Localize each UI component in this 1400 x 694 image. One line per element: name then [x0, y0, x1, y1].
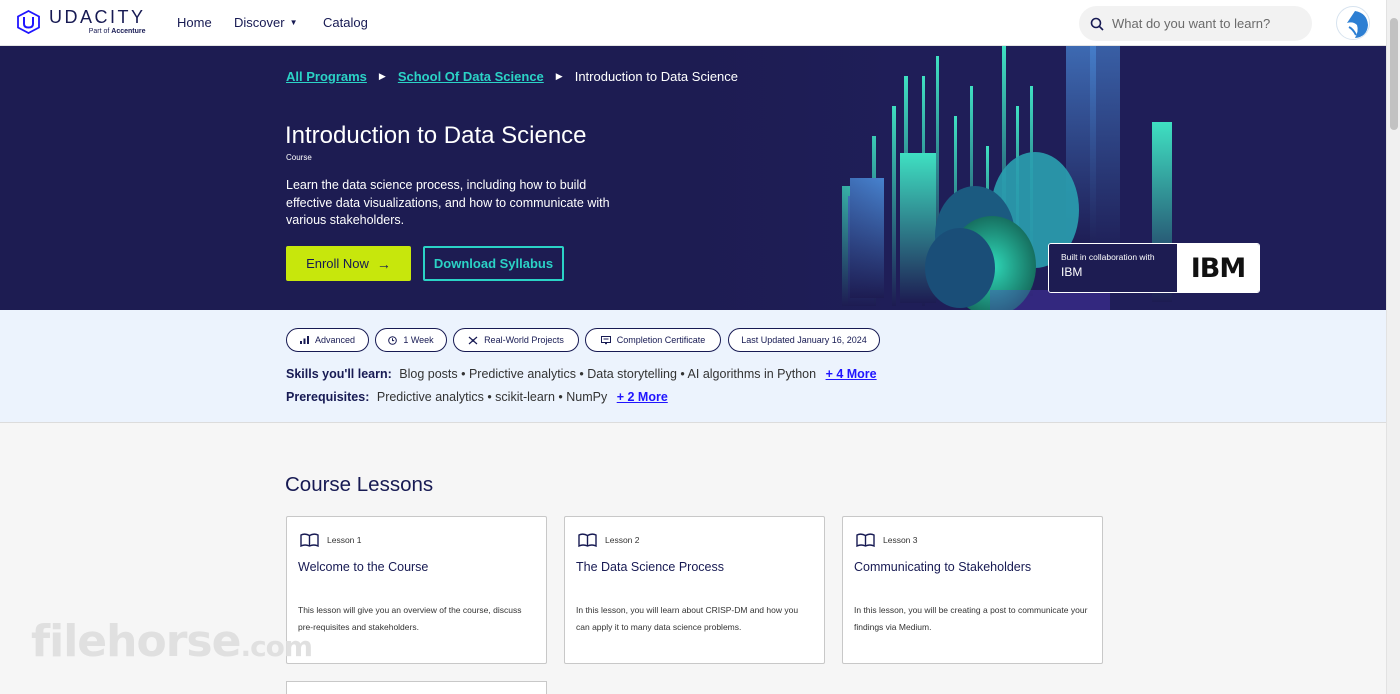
logo-tagline-brand: Accenture	[111, 28, 146, 35]
lesson-title: Welcome to the Course	[298, 560, 429, 574]
level-bars-icon	[299, 336, 309, 344]
top-navigation: UDACITY Part of Accenture Home Discover ▼…	[0, 0, 1400, 46]
chip-duration-label: 1 Week	[403, 335, 434, 345]
lesson-description: In this lesson, you will learn about CRI…	[576, 605, 799, 632]
course-type-label: Course	[286, 153, 312, 162]
course-hero: All Programs ▶ School Of Data Science ▶ …	[0, 46, 1386, 310]
chip-projects: Real-World Projects	[453, 328, 579, 352]
lesson-title: Communicating to Stakeholders	[854, 560, 1032, 574]
user-avatar-icon	[1338, 8, 1369, 39]
chip-last-updated: Last Updated January 16, 2024	[728, 328, 880, 352]
prerequisites-list: Predictive analytics • scikit-learn • Nu…	[376, 390, 608, 404]
filehorse-watermark: filehorse.com	[31, 616, 313, 667]
certificate-icon	[600, 335, 611, 344]
prerequisites-more-link[interactable]: + 2 More	[617, 390, 668, 404]
course-description: Learn the data science process, includin…	[286, 178, 610, 227]
projects-icon	[468, 336, 478, 344]
udacity-logo-icon	[17, 10, 40, 34]
watermark-suffix: .com	[240, 630, 313, 663]
course-info-band: Advanced 1 Week Real-World Projects Comp…	[0, 310, 1386, 423]
chip-last-updated-label: Last Updated January 16, 2024	[741, 335, 867, 345]
ibm-logo: IBM	[1190, 252, 1246, 284]
prerequisites-label: Prerequisites:	[286, 390, 370, 404]
book-icon	[578, 533, 597, 547]
nav-discover-dropdown[interactable]: Discover ▼	[234, 15, 298, 30]
watermark-main: filehorse	[31, 616, 241, 667]
collaboration-partner-name: IBM	[1061, 265, 1083, 279]
search-input[interactable]	[1112, 16, 1302, 31]
breadcrumb: All Programs ▶ School Of Data Science ▶ …	[286, 69, 738, 84]
lesson-number: Lesson 2	[605, 535, 640, 545]
breadcrumb-school-of-data-science[interactable]: School Of Data Science	[398, 69, 544, 84]
skills-row: Skills you'll learn: Blog posts • Predic…	[286, 367, 877, 381]
lesson-card[interactable]: Lesson 1 Welcome to the Course This less…	[286, 516, 547, 664]
course-lessons-heading: Course Lessons	[285, 473, 434, 496]
enroll-now-label: Enroll Now	[306, 256, 369, 271]
skills-more-link[interactable]: + 4 More	[826, 367, 877, 381]
lesson-description: This lesson will give you an overview of…	[298, 605, 522, 632]
breadcrumb-separator-icon: ▶	[555, 71, 563, 81]
logo-tagline-prefix: Part of	[88, 28, 110, 35]
search-bar[interactable]	[1079, 6, 1312, 41]
page-scrollbar[interactable]	[1386, 0, 1400, 694]
breadcrumb-current: Introduction to Data Science	[574, 69, 739, 84]
collaboration-badge: Built in collaboration with IBM IBM	[1048, 243, 1260, 293]
course-title: Introduction to Data Science	[285, 122, 587, 149]
caret-down-icon: ▼	[289, 18, 298, 27]
logo-tagline: Part of Accenture	[49, 27, 146, 36]
arrow-right-icon: →	[376, 255, 391, 272]
search-icon	[1090, 17, 1104, 31]
book-icon	[856, 533, 875, 547]
logo-wordmark: UDACITY	[49, 7, 146, 27]
nav-catalog-link[interactable]: Catalog	[323, 15, 368, 30]
breadcrumb-all-programs[interactable]: All Programs	[286, 69, 367, 84]
skills-label: Skills you'll learn:	[286, 367, 392, 381]
lesson-card[interactable]: Lesson 3 Communicating to Stakeholders I…	[842, 516, 1103, 664]
collaboration-label: Built in collaboration with	[1061, 252, 1155, 262]
lesson-card-partial[interactable]	[286, 681, 547, 694]
download-syllabus-button[interactable]: Download Syllabus	[423, 246, 564, 281]
skills-list: Blog posts • Predictive analytics • Data…	[399, 367, 817, 381]
prerequisites-row: Prerequisites: Predictive analytics • sc…	[286, 390, 668, 404]
hero-data-visualization-art	[690, 46, 1386, 310]
lesson-card[interactable]: Lesson 2 The Data Science Process In thi…	[564, 516, 825, 664]
book-icon	[300, 533, 319, 547]
chip-level: Advanced	[286, 328, 369, 352]
chip-certificate: Completion Certificate	[585, 328, 721, 352]
enroll-now-button[interactable]: Enroll Now →	[286, 246, 411, 281]
chip-projects-label: Real-World Projects	[484, 335, 564, 345]
lesson-title: The Data Science Process	[576, 560, 724, 574]
chip-level-label: Advanced	[314, 335, 356, 345]
scrollbar-thumb[interactable]	[1390, 18, 1398, 130]
nav-discover-label: Discover	[234, 15, 285, 30]
lesson-number: Lesson 1	[327, 535, 362, 545]
udacity-logo[interactable]: UDACITY Part of Accenture	[16, 8, 146, 36]
chip-duration: 1 Week	[375, 328, 447, 352]
lesson-description: In this lesson, you will be creating a p…	[854, 605, 1088, 632]
nav-home-link[interactable]: Home	[177, 15, 212, 30]
clock-icon	[388, 335, 398, 345]
breadcrumb-separator-icon: ▶	[378, 71, 386, 81]
user-avatar[interactable]	[1336, 6, 1370, 40]
chip-certificate-label: Completion Certificate	[616, 335, 706, 345]
lesson-number: Lesson 3	[883, 535, 918, 545]
